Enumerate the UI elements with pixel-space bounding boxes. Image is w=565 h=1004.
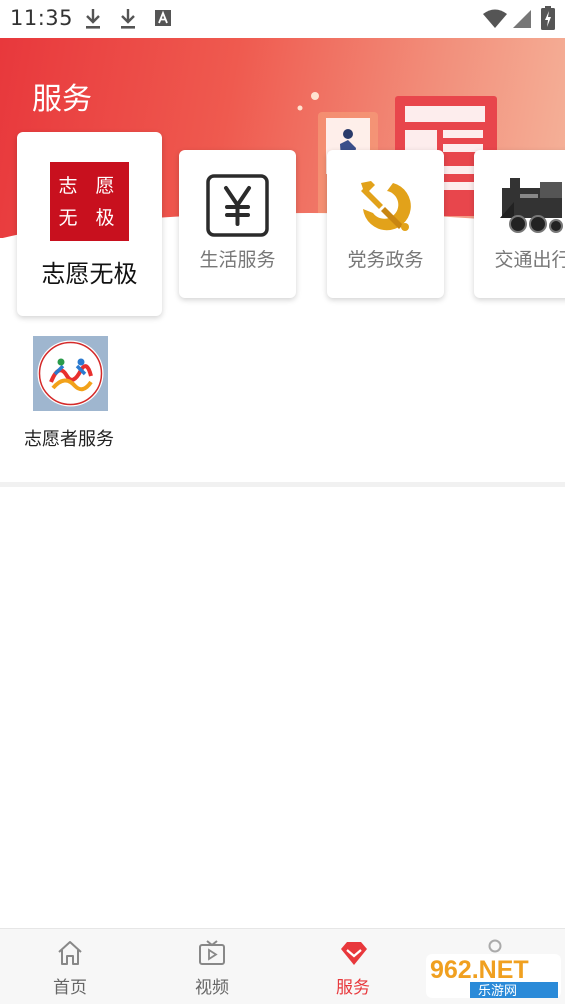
home-icon [58,941,82,965]
section-divider [0,482,565,487]
nav-item-home[interactable]: 首页 [30,929,110,1004]
page-title: 服务 [32,82,92,117]
nav-label: 服务 [336,978,370,998]
service-card-volunteer[interactable]: 志 愿 无 极 志愿无极 [17,132,162,316]
volunteer-service-label[interactable]: 志愿者服务 [24,425,114,451]
download-icon [86,9,100,29]
nav-item-service[interactable]: 服务 [313,929,393,1004]
nav-label: 视频 [195,978,229,998]
status-bar: 11:35 [0,0,565,38]
watermark-text-bottom: 乐游网 [478,984,517,999]
diamond-icon [341,942,367,965]
service-card-party[interactable]: 党务政务 [327,150,444,298]
service-card-label: 党务政务 [347,249,424,271]
nav-label: 首页 [53,978,87,998]
download-icon [121,9,135,29]
watermark: 962.NET 乐游网 [426,952,561,1000]
status-time: 11:35 [10,6,74,30]
tv-icon [199,940,225,965]
logo-text-line2: 无 极 [58,207,121,229]
nav-item-video[interactable]: 视频 [172,929,252,1004]
yen-icon [206,174,269,237]
service-card-label: 生活服务 [199,249,276,271]
hammer-sickle-icon [361,181,411,231]
wifi-icon [483,9,507,28]
logo-text-line1: 志 愿 [58,175,121,197]
volunteer-service-logo[interactable] [33,336,108,411]
battery-icon [541,6,555,30]
watermark-logo: 962.NET 乐游网 [426,954,561,999]
signal-icon [513,10,531,28]
train-icon [500,178,563,233]
service-card-transport[interactable]: 交通出行 [474,150,565,298]
service-card-label: 志愿无极 [41,260,138,288]
service-card-life[interactable]: 生活服务 [179,150,296,298]
watermark-text-top: 962.NET [430,956,529,984]
service-card-label: 交通出行 [494,249,565,271]
font-a-icon [155,10,171,26]
volunteer-logo: 志 愿 无 极 [50,162,129,241]
